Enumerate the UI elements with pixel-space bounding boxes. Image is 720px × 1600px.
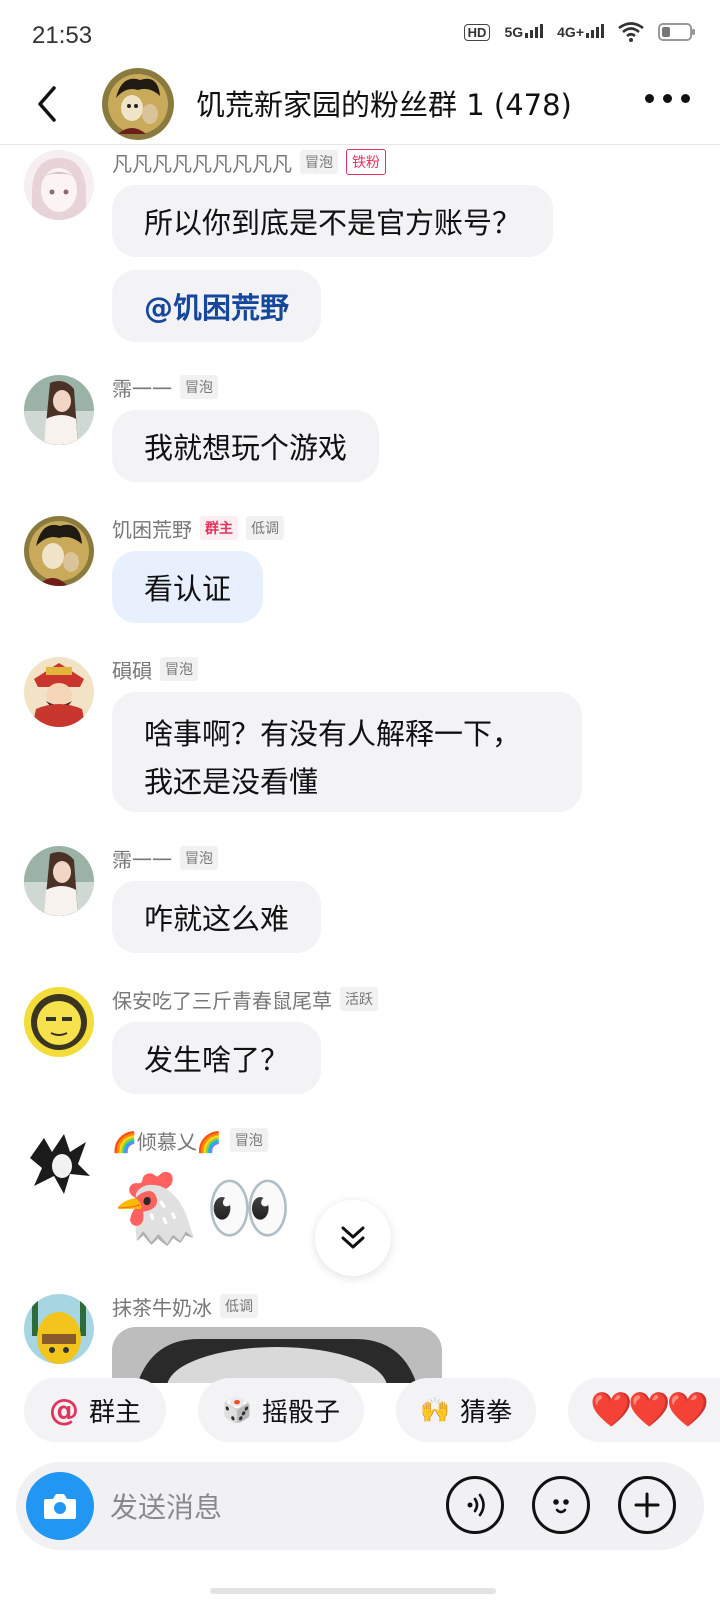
sender-row: 保安吃了三斤青春鼠尾草 活跃 bbox=[112, 985, 378, 1014]
dice-icon: 🎲 bbox=[222, 1396, 252, 1424]
level-badge: 冒泡 bbox=[160, 657, 198, 681]
hearts-icon: ❤️❤️❤️ bbox=[590, 1390, 709, 1430]
emoji-button[interactable] bbox=[532, 1476, 590, 1534]
double-chevron-down-icon bbox=[341, 1226, 365, 1249]
message-bubble[interactable]: 啥事啊？有没有人解释一下， 我还是没看懂 bbox=[112, 692, 582, 812]
fan-badge: 铁粉 bbox=[346, 149, 386, 175]
quick-action-bar: @ 群主 🎲 摇骰子 🙌 猜拳 ❤️❤️❤️ bbox=[0, 1378, 720, 1446]
sender-row: 饥困荒野 群主 低调 bbox=[112, 514, 284, 543]
roll-dice-button[interactable]: 🎲 摇骰子 bbox=[198, 1378, 364, 1442]
wifi-icon bbox=[618, 22, 644, 42]
avatar[interactable] bbox=[24, 846, 94, 916]
avatar[interactable] bbox=[24, 150, 94, 220]
sender-name[interactable]: 保安吃了三斤青春鼠尾草 bbox=[112, 985, 332, 1014]
message-bubble[interactable]: 咋就这么难 bbox=[112, 881, 322, 953]
home-indicator bbox=[210, 1588, 496, 1594]
level-badge: 冒泡 bbox=[180, 846, 218, 870]
camera-icon bbox=[44, 1494, 76, 1519]
status-bar: 21:53 HD 5G 4G+ bbox=[0, 0, 720, 72]
sender-row: 抹茶牛奶冰 低调 bbox=[112, 1292, 258, 1321]
avatar[interactable] bbox=[24, 1294, 94, 1364]
level-badge: 低调 bbox=[220, 1294, 258, 1318]
sender-name[interactable]: 霈一一 bbox=[112, 373, 172, 402]
signal-5g-icon: 5G bbox=[504, 24, 544, 40]
quick-action-label: 猜拳 bbox=[459, 1397, 512, 1428]
level-badge: 低调 bbox=[246, 516, 284, 540]
voice-icon bbox=[467, 1493, 485, 1517]
plus-icon bbox=[634, 1492, 660, 1518]
level-badge: 活跃 bbox=[340, 987, 378, 1011]
emoji-message[interactable]: 🐔👀 bbox=[112, 1163, 298, 1253]
avatar[interactable] bbox=[24, 657, 94, 727]
message-input[interactable]: 发送消息 bbox=[110, 1486, 222, 1526]
message-bubble[interactable]: 看认证 bbox=[112, 551, 264, 623]
owner-badge: 群主 bbox=[200, 516, 238, 540]
message-bubble[interactable]: 我就想玩个游戏 bbox=[112, 410, 380, 482]
level-badge: 冒泡 bbox=[300, 150, 338, 174]
at-icon: @ bbox=[48, 1392, 79, 1428]
hearts-button[interactable]: ❤️❤️❤️ bbox=[568, 1378, 720, 1442]
sender-row: 磒磒 冒泡 bbox=[112, 655, 198, 684]
sender-row: 凡凡凡凡凡凡凡凡凡 冒泡 铁粉 bbox=[112, 148, 386, 177]
message-input-bar: 发送消息 bbox=[16, 1462, 704, 1550]
smiley-icon bbox=[553, 1499, 569, 1514]
scroll-to-bottom-button[interactable] bbox=[315, 1200, 391, 1276]
image-message[interactable] bbox=[112, 1327, 442, 1383]
group-avatar[interactable] bbox=[102, 68, 174, 140]
chat-list[interactable]: 凡凡凡凡凡凡凡凡凡 冒泡 铁粉 所以你到底是不是官方账号？ @饥困荒野 霈一一 … bbox=[0, 145, 720, 1383]
hd-icon: HD bbox=[463, 23, 491, 41]
add-button[interactable] bbox=[618, 1476, 676, 1534]
sender-name[interactable]: 磒磒 bbox=[112, 655, 152, 684]
sender-name[interactable]: 🌈倾慕乂🌈 bbox=[112, 1126, 222, 1155]
sender-row: 霈一一 冒泡 bbox=[112, 844, 218, 873]
level-badge: 冒泡 bbox=[229, 1128, 268, 1152]
sender-row: 🌈倾慕乂🌈 冒泡 bbox=[112, 1126, 268, 1155]
more-dots-icon[interactable] bbox=[645, 94, 690, 103]
sender-name[interactable]: 凡凡凡凡凡凡凡凡凡 bbox=[112, 148, 292, 177]
voice-button[interactable] bbox=[446, 1476, 504, 1534]
page-title: 饥荒新家园的粉丝群 1 (478) bbox=[196, 88, 572, 122]
quick-action-label: 群主 bbox=[88, 1397, 141, 1428]
quick-action-label: 摇骰子 bbox=[261, 1397, 340, 1428]
sender-name[interactable]: 霈一一 bbox=[112, 844, 172, 873]
chat-header: 饥荒新家园的粉丝群 1 (478) bbox=[0, 64, 720, 145]
avatar[interactable] bbox=[24, 375, 94, 445]
chevron-left-icon[interactable] bbox=[30, 82, 66, 126]
signal-4g-icon: 4G+ bbox=[557, 24, 604, 40]
rock-paper-scissors-button[interactable]: 🙌 猜拳 bbox=[396, 1378, 536, 1442]
hands-icon: 🙌 bbox=[420, 1396, 450, 1424]
message-line: 我还是没看懂 bbox=[144, 765, 319, 799]
message-bubble[interactable]: 所以你到底是不是官方账号？ bbox=[112, 185, 554, 257]
avatar[interactable] bbox=[24, 987, 94, 1057]
avatar[interactable] bbox=[24, 1128, 94, 1198]
battery-icon bbox=[658, 23, 695, 41]
level-badge: 冒泡 bbox=[180, 375, 218, 399]
mention-bubble[interactable]: @饥困荒野 bbox=[112, 270, 322, 342]
mention-owner-button[interactable]: @ 群主 bbox=[24, 1378, 166, 1442]
status-time: 21:53 bbox=[32, 22, 93, 49]
sender-name[interactable]: 抹茶牛奶冰 bbox=[112, 1292, 212, 1321]
message-bubble[interactable]: 发生啥了？ bbox=[112, 1022, 322, 1094]
message-line: 啥事啊？有没有人解释一下， bbox=[144, 717, 522, 751]
status-icons: HD 5G 4G+ bbox=[463, 22, 695, 42]
sender-name[interactable]: 饥困荒野 bbox=[112, 514, 192, 543]
avatar[interactable] bbox=[24, 516, 94, 586]
camera-button[interactable] bbox=[26, 1472, 94, 1540]
sender-row: 霈一一 冒泡 bbox=[112, 373, 218, 402]
